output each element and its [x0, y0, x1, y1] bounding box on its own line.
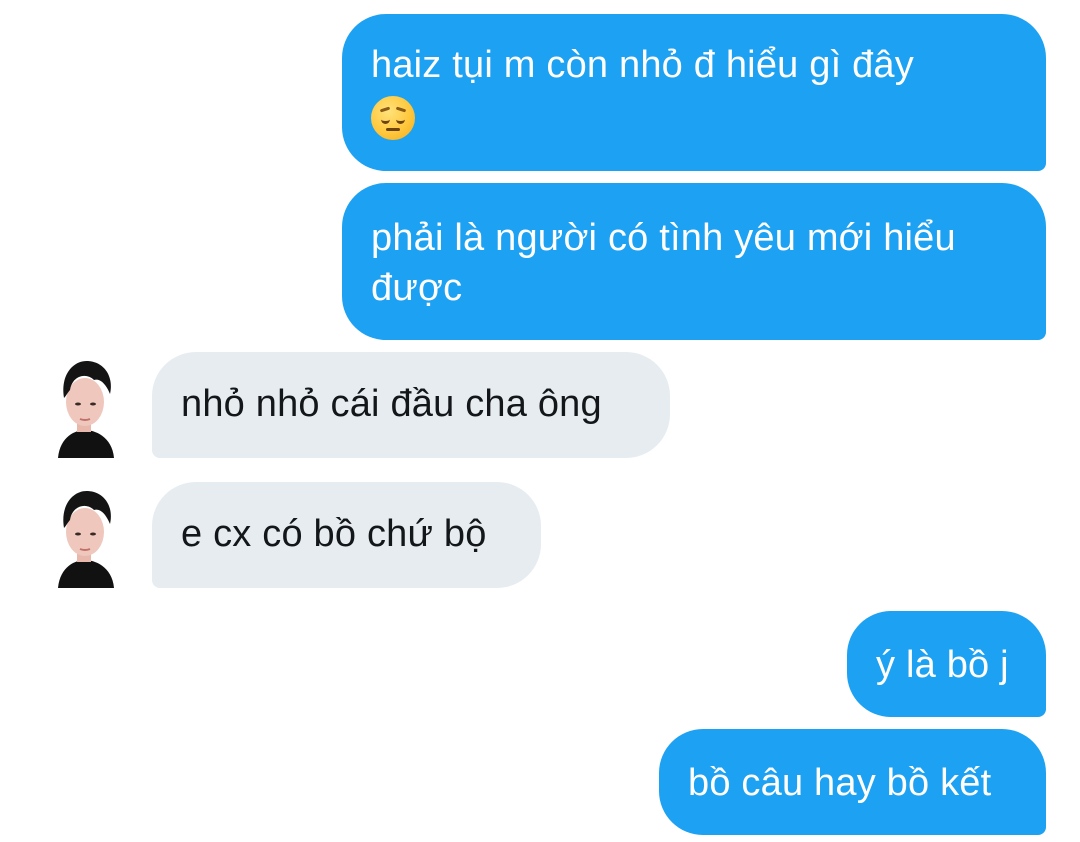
message-text: phải là người có tình yêu mới hiểu được	[371, 217, 956, 309]
message-bubble-incoming[interactable]: nhỏ nhỏ cái đầu cha ông	[152, 352, 670, 458]
message-text: ý là bồ j	[876, 644, 1009, 686]
message-bubble-outgoing[interactable]: ý là bồ j	[847, 611, 1046, 717]
message-bubble-outgoing[interactable]: bồ câu hay bồ kết	[659, 729, 1046, 835]
avatar[interactable]	[50, 354, 120, 458]
chat-conversation: haiz tụi m còn nhỏ đ hiểu gì đây phải là…	[0, 0, 1080, 842]
message-text: haiz tụi m còn nhỏ đ hiểu gì đây	[371, 44, 914, 86]
pensive-face-icon	[371, 95, 415, 140]
message-text: bồ câu hay bồ kết	[688, 762, 992, 804]
message-text: nhỏ nhỏ cái đầu cha ông	[181, 383, 602, 425]
message-text: e cx có bồ chứ bộ	[181, 513, 487, 555]
avatar[interactable]	[50, 484, 120, 588]
message-bubble-outgoing[interactable]: haiz tụi m còn nhỏ đ hiểu gì đây	[342, 14, 1046, 171]
message-bubble-outgoing[interactable]: phải là người có tình yêu mới hiểu được	[342, 183, 1046, 340]
message-bubble-incoming[interactable]: e cx có bồ chứ bộ	[152, 482, 541, 588]
